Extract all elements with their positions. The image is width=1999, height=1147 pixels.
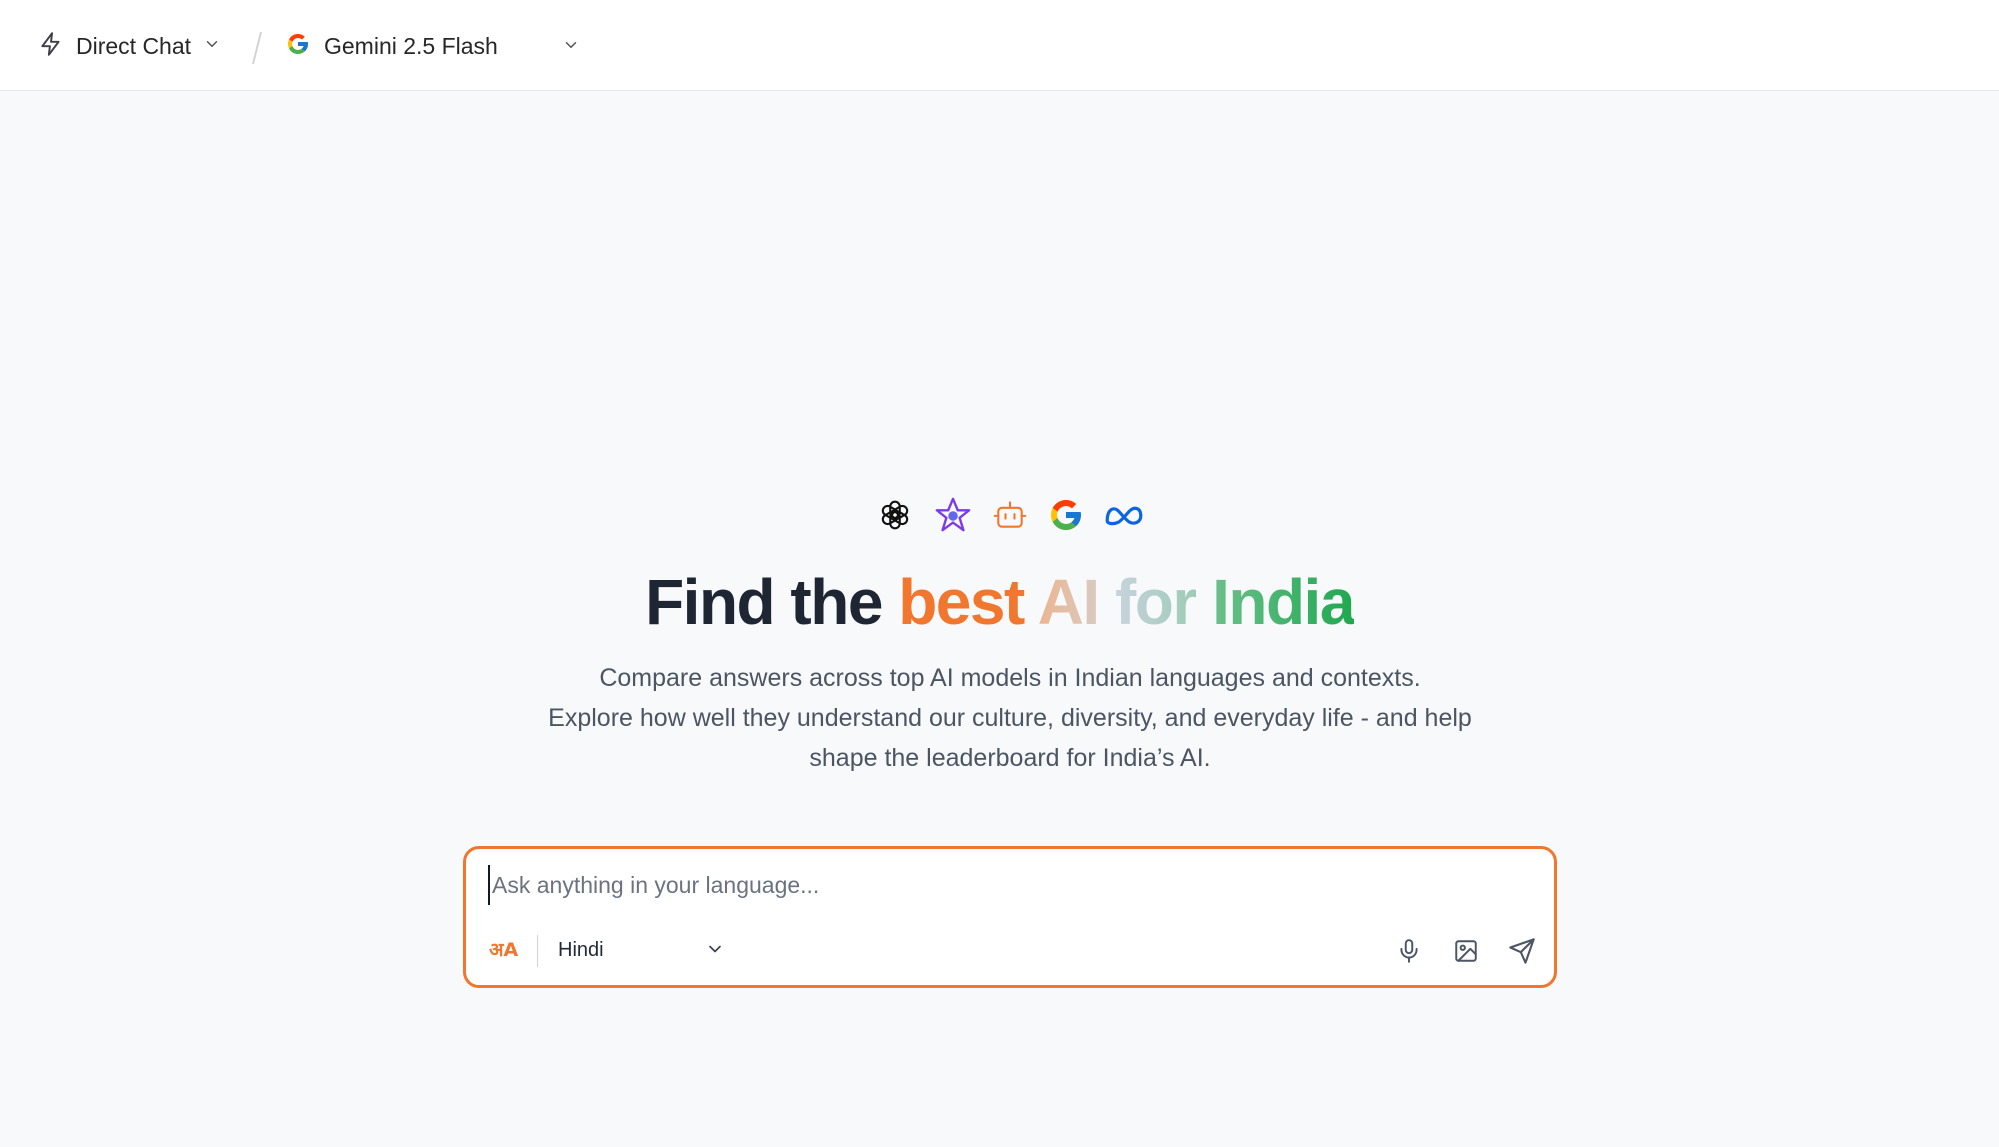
- send-icon: [1509, 938, 1535, 964]
- chat-input[interactable]: [488, 865, 1532, 905]
- meta-icon: [1104, 500, 1144, 530]
- chevron-down-icon: [203, 35, 221, 58]
- image-icon: [1455, 940, 1477, 962]
- headline-part-for: for: [1114, 566, 1197, 638]
- model-dropdown[interactable]: Gemini 2.5 Flash: [286, 26, 586, 66]
- headline-part-best: best: [898, 566, 1025, 638]
- mode-label: Direct Chat: [76, 32, 192, 59]
- transliterate-icon: अA: [489, 939, 519, 961]
- openai-icon: [876, 496, 914, 534]
- google-icon: [286, 32, 310, 61]
- attach-image-button[interactable]: [1446, 931, 1486, 971]
- google-icon: [1048, 497, 1084, 533]
- send-button[interactable]: [1502, 931, 1542, 971]
- robot-icon: [992, 497, 1028, 533]
- chat-input-box: अA Hindi: [463, 846, 1557, 988]
- headline-part-ai: AI: [1037, 566, 1101, 638]
- voice-input-button[interactable]: [1389, 931, 1429, 971]
- sarvam-star-icon: [934, 496, 972, 534]
- transliterate-button[interactable]: अA: [488, 931, 524, 967]
- svg-text:अA: अA: [489, 939, 519, 961]
- hero-headline: Find the best AI for India: [0, 560, 1999, 644]
- mode-dropdown[interactable]: Direct Chat: [38, 26, 221, 66]
- subtitle-line: Compare answers across top AI models in …: [599, 664, 1421, 692]
- headline-part-india: India: [1212, 566, 1355, 638]
- subtitle-line: Explore how well they understand our cul…: [548, 704, 1472, 732]
- chevron-down-icon: [705, 939, 725, 964]
- chevron-down-icon: [562, 36, 580, 59]
- hero-subtitle: Compare answers across top AI models in …: [500, 658, 1520, 778]
- breadcrumb-separator: [252, 31, 262, 65]
- microphone-icon: [1400, 939, 1418, 963]
- headline-part-find-the: Find the: [645, 566, 883, 638]
- lightning-icon: [38, 31, 64, 62]
- language-selected-value: Hindi: [558, 938, 604, 961]
- chat-toolbar: अA Hindi: [488, 929, 1535, 973]
- toolbar-divider: [537, 935, 538, 967]
- model-label: Gemini 2.5 Flash: [324, 32, 498, 59]
- model-logos: [876, 495, 1146, 535]
- top-bar: Direct Chat Gemini 2.5 Flash: [0, 0, 1999, 91]
- subtitle-line: shape the leaderboard for India’s AI.: [809, 744, 1211, 772]
- language-select[interactable]: Hindi: [550, 933, 725, 967]
